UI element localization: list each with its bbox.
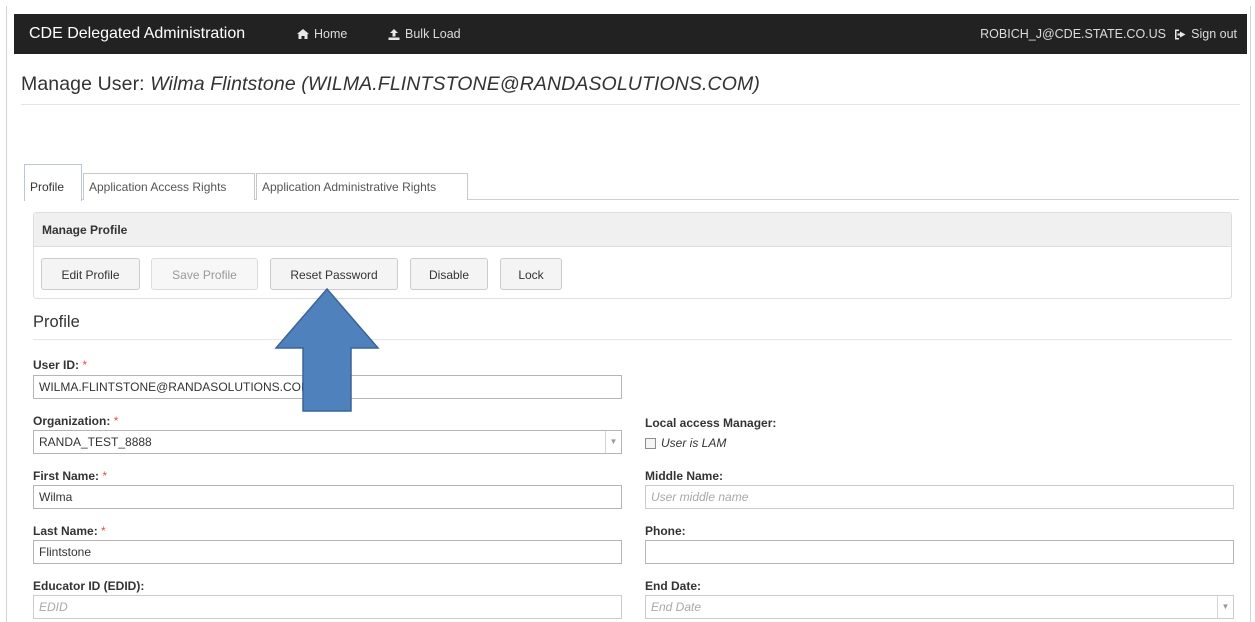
lam-checkbox[interactable] xyxy=(645,437,656,449)
organization-select[interactable]: RANDA_TEST_8888 ▼ xyxy=(33,430,622,454)
edid-label: Educator ID (EDID): xyxy=(33,579,145,593)
chevron-down-icon[interactable]: ▼ xyxy=(605,431,621,453)
reset-password-button[interactable]: Reset Password xyxy=(270,258,398,290)
tab-application-access-rights[interactable]: Application Access Rights xyxy=(83,173,255,200)
edid-field[interactable]: EDID xyxy=(33,595,622,619)
required-marker: * xyxy=(101,524,106,538)
disable-button[interactable]: Disable xyxy=(410,258,488,290)
lam-label: Local access Manager: xyxy=(645,416,777,430)
organization-selected-value: RANDA_TEST_8888 xyxy=(39,435,152,449)
page-title-user: Wilma Flintstone (WILMA.FLINTSTONE@RANDA… xyxy=(150,73,760,95)
phone-field[interactable] xyxy=(645,540,1234,564)
first-name-label-text: First Name: xyxy=(33,469,100,483)
tab-application-administrative-rights[interactable]: Application Administrative Rights xyxy=(256,173,468,200)
first-name-field[interactable]: Wilma xyxy=(33,485,622,509)
home-icon xyxy=(297,29,309,39)
page-title: Manage User: Wilma Flintstone (WILMA.FLI… xyxy=(21,73,760,96)
page-title-prefix: Manage User: xyxy=(21,73,145,95)
last-name-label: Last Name: * xyxy=(33,524,106,538)
tab-bar: Profile Application Access Rights Applic… xyxy=(24,164,1239,201)
middle-name-label: Middle Name: xyxy=(645,469,724,483)
required-marker: * xyxy=(102,469,108,483)
current-user-label[interactable]: ROBICH_J@CDE.STATE.CO.US xyxy=(980,27,1166,41)
save-profile-button[interactable]: Save Profile xyxy=(151,258,258,290)
title-divider xyxy=(21,104,1240,105)
profile-section-title: Profile xyxy=(33,313,80,331)
lock-button[interactable]: Lock xyxy=(500,258,562,290)
end-date-label: End Date: xyxy=(645,579,702,593)
required-marker: * xyxy=(113,414,119,428)
lam-checkbox-label[interactable]: User is LAM xyxy=(661,436,726,450)
annotation-arrow-icon xyxy=(274,288,380,412)
nav-bulk-load-label: Bulk Load xyxy=(405,27,461,41)
nav-home-label: Home xyxy=(314,27,348,41)
app-brand[interactable]: CDE Delegated Administration xyxy=(29,25,245,43)
organization-label-text: Organization: xyxy=(33,414,111,428)
lam-checkbox-row[interactable]: User is LAM xyxy=(645,436,726,450)
required-marker: * xyxy=(82,358,88,372)
nav-bulk-load-link[interactable]: Bulk Load xyxy=(388,27,461,41)
edit-profile-button[interactable]: Edit Profile xyxy=(41,258,140,290)
chevron-down-icon[interactable]: ▼ xyxy=(1217,596,1233,618)
end-date-placeholder: End Date xyxy=(651,600,702,614)
profile-section-divider xyxy=(33,339,1232,340)
manage-profile-heading: Manage Profile xyxy=(34,213,1231,247)
first-name-label: First Name: * xyxy=(33,469,107,483)
window-frame xyxy=(6,6,1251,622)
sign-out-label: Sign out xyxy=(1191,27,1237,41)
top-navbar: CDE Delegated Administration Home Bulk L… xyxy=(14,14,1247,54)
middle-name-field[interactable]: User middle name xyxy=(645,485,1234,509)
upload-icon xyxy=(388,28,400,40)
phone-label: Phone: xyxy=(645,524,686,538)
user-id-label-text: User ID: xyxy=(33,358,80,372)
sign-out-link[interactable]: Sign out xyxy=(1174,27,1237,41)
manage-profile-panel: Manage Profile Edit Profile Save Profile… xyxy=(33,212,1232,299)
nav-home-link[interactable]: Home xyxy=(297,27,347,41)
last-name-field[interactable]: Flintstone xyxy=(33,540,622,564)
organization-label: Organization: * xyxy=(33,414,118,428)
tab-profile[interactable]: Profile xyxy=(24,164,82,201)
sign-out-icon xyxy=(1175,29,1186,39)
user-id-label: User ID: * xyxy=(33,358,87,372)
last-name-label-text: Last Name: xyxy=(33,524,98,538)
end-date-select[interactable]: End Date ▼ xyxy=(645,595,1234,619)
